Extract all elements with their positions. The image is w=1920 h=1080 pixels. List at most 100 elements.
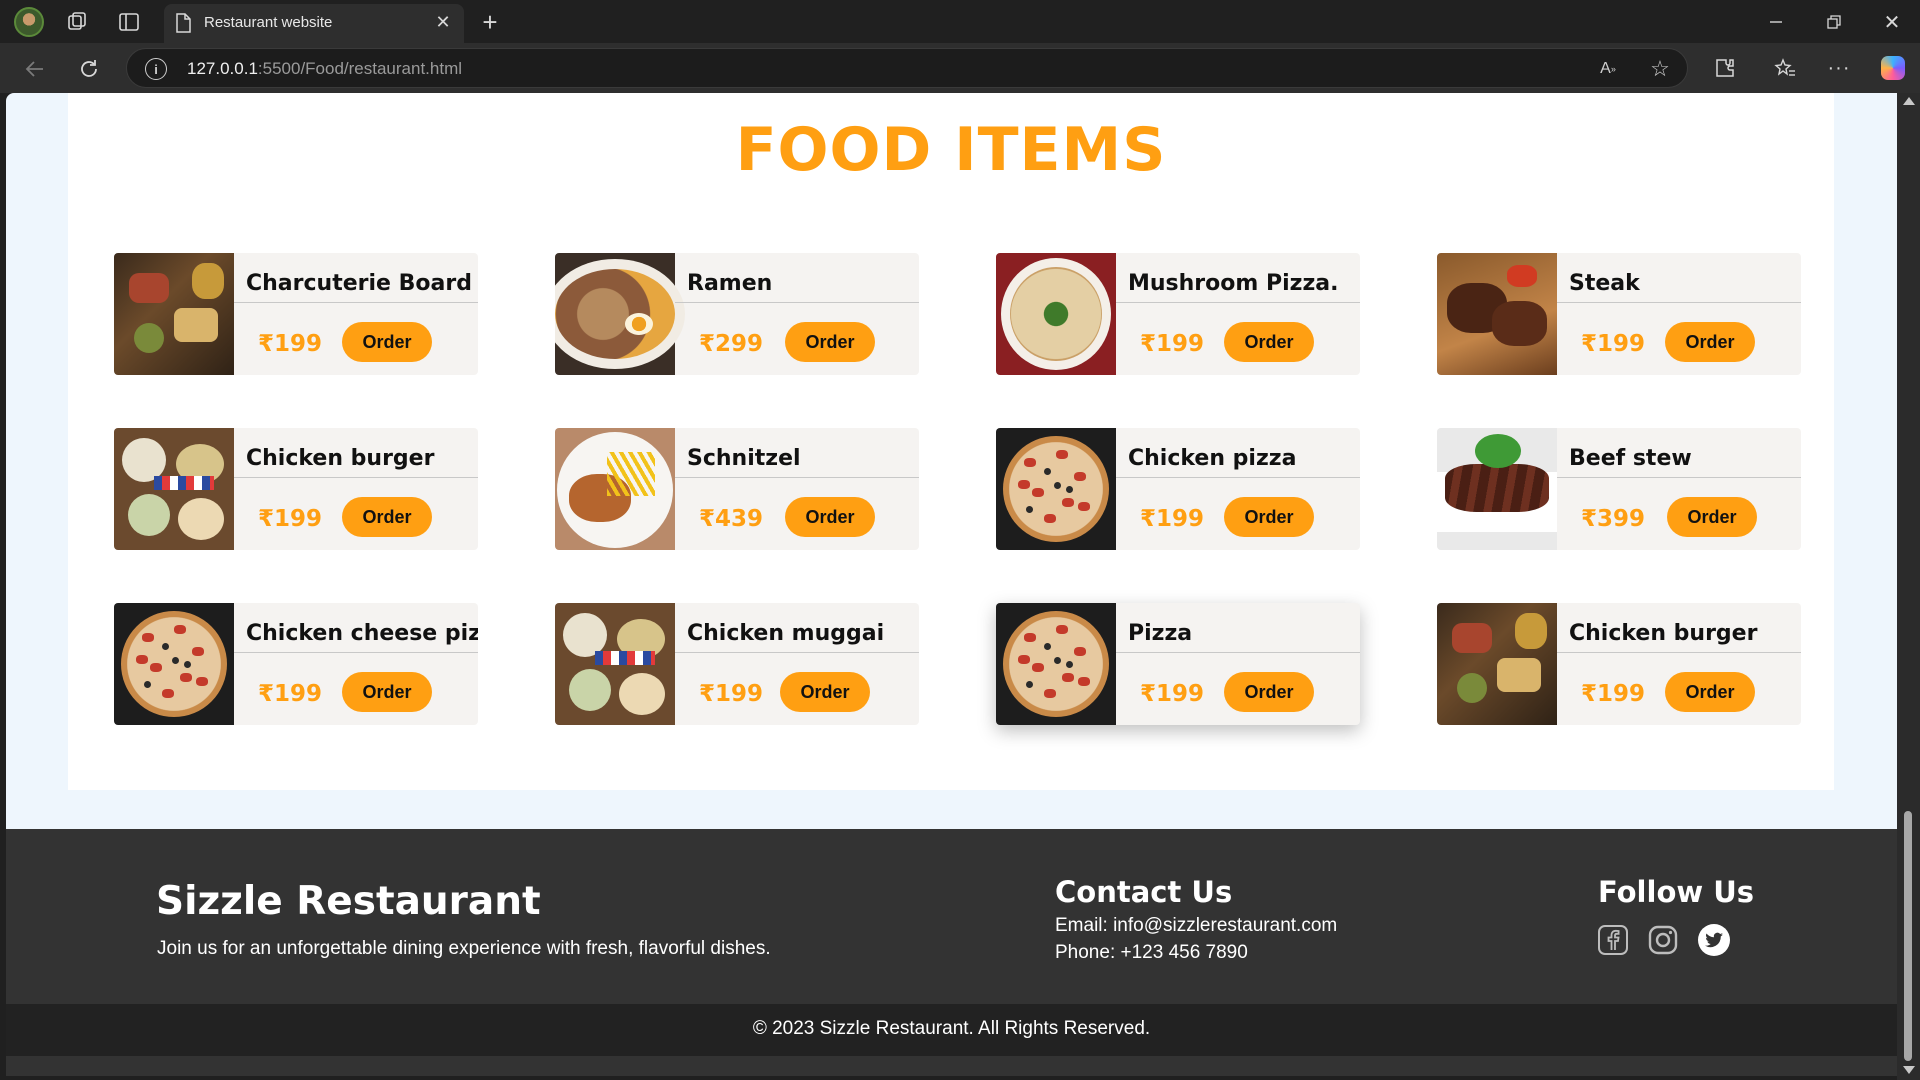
order-button[interactable]: Order [342,322,432,362]
menu-card: Chicken muggai ₹199 Order [555,603,919,725]
url-field[interactable]: i 127.0.0.1:5500/Food/restaurant.html A»… [126,48,1688,88]
card-divider [675,652,919,653]
card-divider [1116,477,1360,478]
follow-heading: Follow Us [1598,875,1755,909]
extensions-icon[interactable] [1710,53,1740,83]
food-image [1437,253,1557,375]
food-price: ₹199 [699,681,764,707]
food-price: ₹399 [1581,506,1646,532]
page-scrollbar[interactable] [1897,93,1920,1080]
address-bar: i 127.0.0.1:5500/Food/restaurant.html A»… [0,43,1920,93]
contact-phone[interactable]: Phone: +123 456 7890 [1055,942,1248,964]
card-divider [234,302,478,303]
site-info-icon[interactable]: i [145,58,167,80]
copyright-text: © 2023 Sizzle Restaurant. All Rights Res… [752,1018,1151,1039]
vertical-tabs-icon[interactable] [116,9,142,35]
scroll-up-icon[interactable] [1903,97,1915,105]
menu-card: Beef stew ₹399 Order [1437,428,1801,550]
menu-card: Mushroom Pizza. ₹199 Order [996,253,1360,375]
menu-card: Steak ₹199 Order [1437,253,1801,375]
food-image [114,428,234,550]
menu-card: Charcuterie Board ₹199 Order [114,253,478,375]
order-button[interactable]: Order [1224,497,1314,537]
food-name: Steak [1569,271,1640,296]
instagram-icon[interactable] [1646,923,1680,957]
menu-card: Chicken cheese pizza ₹199 Order [114,603,478,725]
food-image [555,428,675,550]
contact-heading: Contact Us [1055,875,1233,909]
contact-email[interactable]: Email: info@sizzlerestaurant.com [1055,915,1337,937]
menu-card: Chicken burger ₹199 Order [1437,603,1801,725]
card-divider [675,477,919,478]
scroll-down-icon[interactable] [1903,1066,1915,1074]
food-image [1437,603,1557,725]
food-name: Schnitzel [687,446,801,471]
food-name: Charcuterie Board [246,271,472,296]
more-options-icon[interactable]: ··· [1824,53,1854,83]
card-divider [1116,652,1360,653]
card-divider [1116,302,1360,303]
order-button[interactable]: Order [1665,322,1755,362]
profile-avatar[interactable] [14,7,44,37]
copilot-icon[interactable] [1878,53,1908,83]
scrollbar-thumb[interactable] [1904,811,1912,1061]
food-name: Chicken burger [246,446,435,471]
url-text: 127.0.0.1:5500/Food/restaurant.html [187,59,463,78]
menu-card: Schnitzel ₹439 Order [555,428,919,550]
card-divider [675,302,919,303]
food-name: Chicken burger [1569,621,1758,646]
order-button[interactable]: Order [1224,322,1314,362]
food-name: Chicken muggai [687,621,885,646]
food-name: Chicken cheese pizza [246,621,478,646]
food-image [996,603,1116,725]
new-tab-icon[interactable]: + [474,6,506,38]
food-image [996,428,1116,550]
copyright-bar: © 2023 Sizzle Restaurant. All Rights Res… [6,1004,1897,1056]
order-button[interactable]: Order [1667,497,1757,537]
order-button[interactable]: Order [342,497,432,537]
close-tab-icon[interactable]: ✕ [432,11,454,33]
order-button[interactable]: Order [780,672,870,712]
order-button[interactable]: Order [1665,672,1755,712]
reload-icon[interactable] [74,54,104,84]
food-price: ₹199 [1140,506,1205,532]
food-price: ₹199 [1581,331,1646,357]
food-image [1437,428,1557,550]
footer-tagline: Join us for an unforgettable dining expe… [157,938,771,959]
order-button[interactable]: Order [342,672,432,712]
order-button[interactable]: Order [785,497,875,537]
favorites-icon[interactable] [1770,53,1800,83]
food-name: Chicken pizza [1128,446,1297,471]
order-button[interactable]: Order [1224,672,1314,712]
menu-card: Pizza ₹199 Order [996,603,1360,725]
minimize-icon[interactable] [1760,6,1792,38]
twitter-icon[interactable] [1697,923,1731,957]
facebook-icon[interactable] [1596,923,1630,957]
card-divider [234,477,478,478]
menu-card: Chicken burger ₹199 Order [114,428,478,550]
tab-title: Restaurant website [204,14,333,31]
food-items-section: FOOD ITEMS Charcuterie Board ₹199 Order Ram… [68,93,1834,790]
food-items-title: FOOD ITEMS [735,115,1167,185]
read-aloud-icon[interactable]: A» [1595,57,1621,81]
menu-card: Chicken pizza ₹199 Order [996,428,1360,550]
food-name: Beef stew [1569,446,1692,471]
food-image [114,253,234,375]
workspaces-icon[interactable] [64,9,90,35]
active-tab[interactable]: Restaurant website ✕ [164,4,464,43]
food-price: ₹199 [258,331,323,357]
footer-brand: Sizzle Restaurant [156,879,541,924]
page-icon [174,12,194,34]
food-image [114,603,234,725]
back-icon[interactable] [20,54,50,84]
restore-icon[interactable] [1818,6,1850,38]
food-price: ₹439 [699,506,764,532]
food-image [555,253,685,375]
food-name: Pizza [1128,621,1193,646]
close-window-icon[interactable]: ✕ [1876,6,1908,38]
card-divider [1557,652,1801,653]
favorite-star-icon[interactable]: ☆ [1647,56,1673,82]
food-name: Ramen [687,271,773,296]
order-button[interactable]: Order [785,322,875,362]
page-viewport: FOOD ITEMS Charcuterie Board ₹199 Order Ram… [6,93,1897,1076]
